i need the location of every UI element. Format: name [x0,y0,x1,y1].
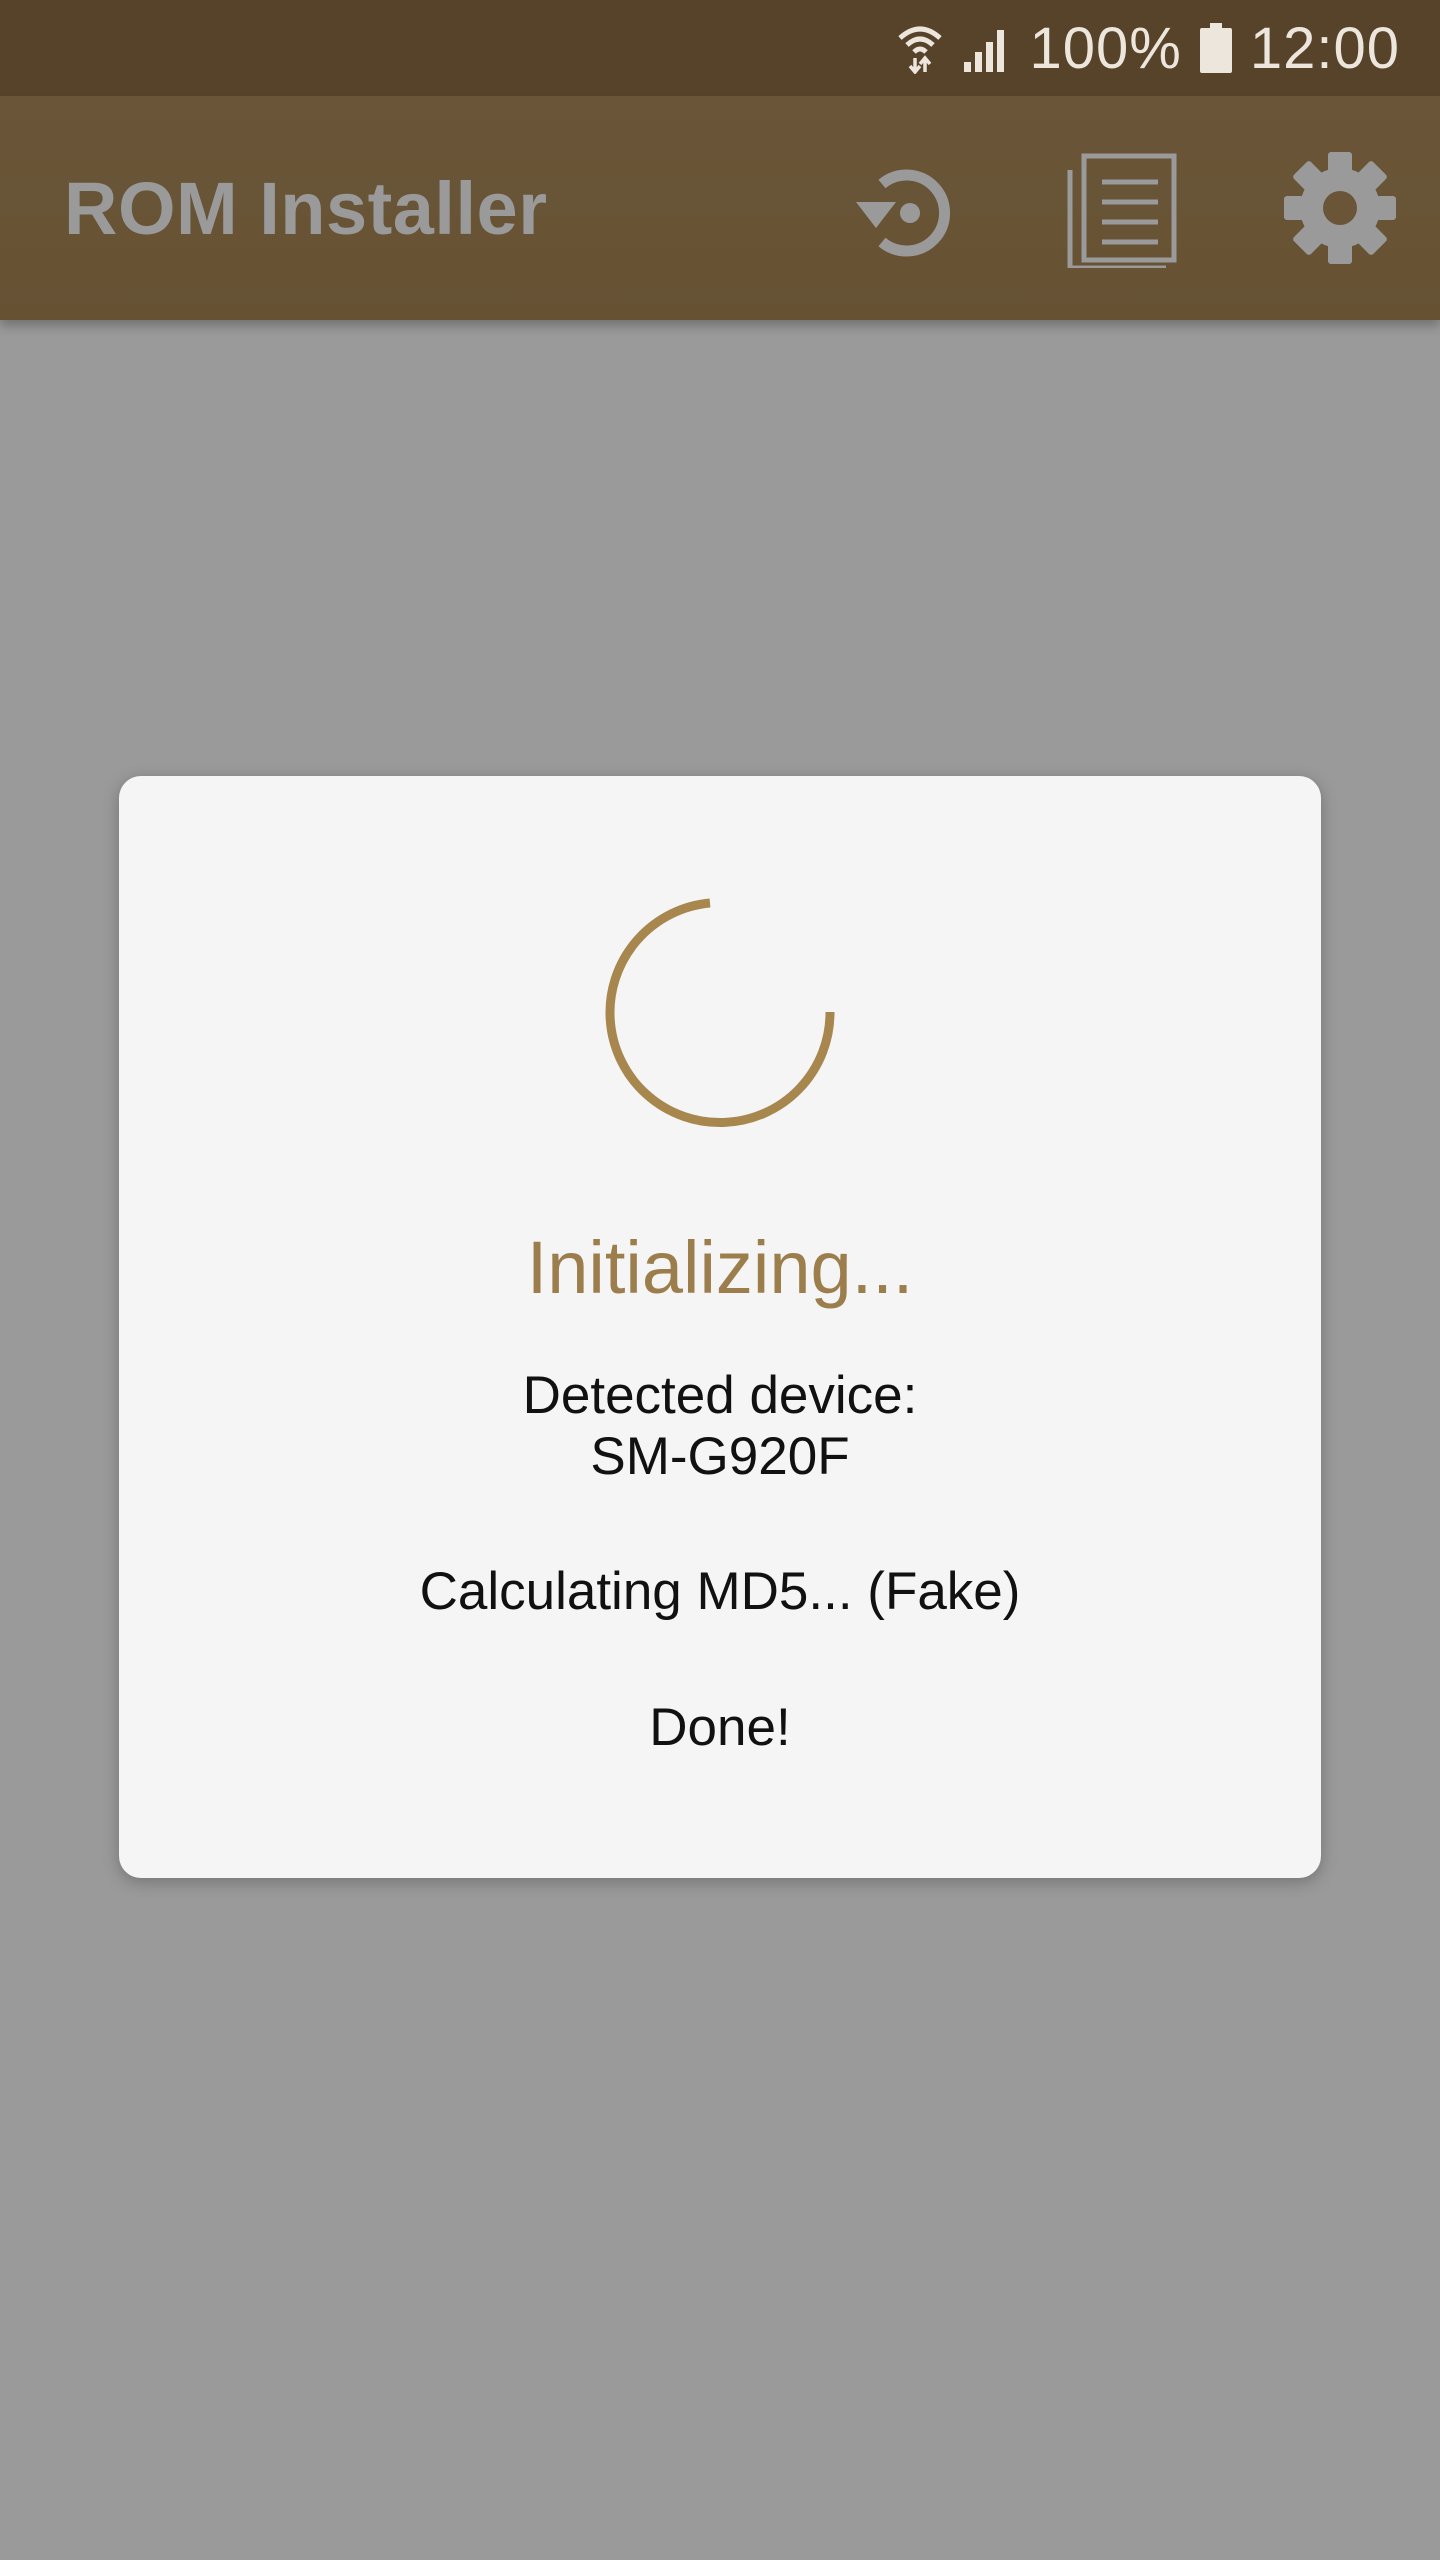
app-bar: ROM Installer [0,96,1440,320]
app-title: ROM Installer [64,166,548,250]
signal-icon [962,24,1012,72]
log-icon [1067,153,1177,268]
detected-device-label: Detected device: [522,1366,918,1425]
progress-dialog: Initializing... Detected device: SM-G920… [119,776,1321,1878]
md5-status: Calculating MD5... (Fake) [419,1562,1021,1621]
status-bar: 100% 12:00 [0,0,1440,96]
log-button[interactable] [1052,138,1192,278]
dialog-title: Initializing... [526,1226,914,1309]
restore-icon [856,169,951,257]
screen: 100% 12:00 ROM Installer Initializing...… [0,0,1440,2560]
settings-button[interactable] [1270,138,1410,278]
battery-percentage: 100% [1029,15,1182,81]
restore-button[interactable] [834,138,974,278]
wifi-icon [896,22,944,74]
device-model: SM-G920F [590,1427,850,1486]
loading-spinner-icon [605,898,835,1128]
battery-icon [1199,23,1232,73]
clock: 12:00 [1249,15,1400,81]
settings-icon [1284,152,1396,264]
done-text: Done! [649,1698,791,1757]
